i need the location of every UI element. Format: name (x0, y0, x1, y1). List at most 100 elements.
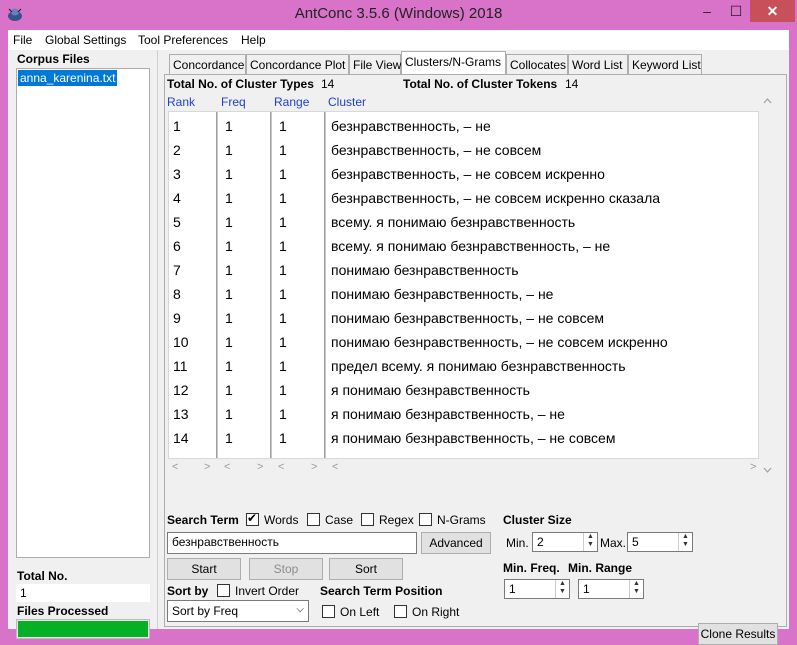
app-window: AntConc 3.5.6 (Windows) 2018 – ☐ ✕ File … (0, 0, 797, 645)
stop-button[interactable]: Stop (249, 558, 323, 580)
cell-cluster: всему. я понимаю безнравственность, – не (331, 238, 611, 254)
sort-button[interactable]: Sort (329, 558, 403, 580)
menu-help[interactable]: Help (241, 33, 266, 47)
scroll-left-icon[interactable]: < (278, 461, 284, 473)
results-horizontal-scrollbar[interactable]: < > < > < > < > (168, 460, 759, 477)
title-bar[interactable]: AntConc 3.5.6 (Windows) 2018 – ☐ ✕ (0, 0, 797, 30)
cluster-tokens-label: Total No. of Cluster Tokens (403, 77, 558, 91)
files-processed-progress (16, 619, 150, 639)
table-row[interactable]: 3 1 1 безнравственность, – не совсем искрен… (169, 162, 760, 186)
regex-checkbox[interactable] (361, 513, 374, 526)
invert-order-label: Invert Order (235, 584, 300, 598)
min-freq-value: 1 (509, 582, 516, 596)
cell-rank: 9 (173, 310, 181, 326)
scroll-arrows (763, 98, 772, 473)
case-checkbox[interactable] (307, 513, 320, 526)
col-header-freq[interactable]: Freq (221, 95, 246, 109)
scroll-left-icon[interactable]: < (172, 461, 178, 473)
table-row[interactable]: 10 1 1 понимаю безнравственность, – не совс… (169, 330, 760, 354)
tab-word-list[interactable]: Word List (568, 54, 628, 74)
table-row[interactable]: 4 1 1 безнравственность, – не совсем искрен… (169, 186, 760, 210)
cell-range: 1 (279, 118, 287, 134)
cluster-max-spinner[interactable]: 5 ▲ ▼ (627, 532, 693, 552)
ngrams-checkbox[interactable] (419, 513, 432, 526)
table-row[interactable]: 14 1 1 я понимаю безнравственность, – не со… (169, 426, 760, 450)
results-vertical-scrollbar[interactable] (759, 93, 776, 478)
cluster-min-spinner[interactable]: 2 ▲ ▼ (532, 532, 598, 552)
cluster-tokens-value: 14 (565, 77, 579, 91)
cell-cluster: понимаю безнравственность, – не совсем (331, 310, 604, 326)
sort-by-label: Sort by (167, 584, 209, 598)
maximize-button[interactable]: ☐ (722, 0, 750, 22)
scroll-right-icon[interactable]: > (750, 461, 756, 473)
table-row[interactable]: 2 1 1 безнравственность, – не совсем (169, 138, 760, 162)
tab-clusters-ngrams[interactable]: Clusters/N-Grams (401, 51, 506, 75)
cell-range: 1 (279, 406, 287, 422)
min-freq-spinner[interactable]: 1 ▲ ▼ (504, 579, 570, 599)
table-row[interactable]: 11 1 1 предел всему. я понимаю безнравствен… (169, 354, 760, 378)
cell-freq: 1 (225, 262, 233, 278)
scroll-right-icon[interactable]: > (257, 461, 263, 473)
window-title: AntConc 3.5.6 (Windows) 2018 (294, 5, 503, 22)
spinner-arrows-icon[interactable]: ▲ ▼ (555, 580, 569, 598)
spinner-arrows-icon[interactable]: ▲ ▼ (583, 533, 597, 551)
cell-cluster: я понимаю безнравственность (331, 382, 530, 398)
table-row[interactable]: 12 1 1 я понимаю безнравственность (169, 378, 760, 402)
cell-rank: 13 (173, 406, 189, 422)
scroll-left-icon[interactable]: < (224, 461, 230, 473)
tab-collocates[interactable]: Collocates (506, 54, 568, 74)
tab-file-view[interactable]: File View (349, 54, 401, 74)
menu-tool-preferences[interactable]: Tool Preferences (138, 33, 228, 47)
scroll-left-icon[interactable]: < (332, 461, 338, 473)
corpus-file-list[interactable]: anna_karenina.txt (16, 68, 150, 558)
col-header-rank[interactable]: Rank (167, 95, 195, 109)
cell-rank: 11 (173, 358, 188, 374)
tab-keyword-list[interactable]: Keyword List (628, 54, 702, 74)
cell-freq: 1 (225, 118, 233, 134)
cell-cluster: понимаю безнравственность, – не (331, 286, 554, 302)
scroll-right-icon[interactable]: > (204, 461, 210, 473)
invert-order-checkbox[interactable] (217, 584, 230, 597)
cell-rank: 8 (173, 286, 181, 302)
menu-file[interactable]: File (13, 33, 32, 47)
min-range-spinner[interactable]: 1 ▲ ▼ (578, 579, 644, 599)
on-left-checkbox[interactable] (322, 605, 335, 618)
corpus-panel: Corpus Files anna_karenina.txt Total No.… (8, 50, 158, 639)
sort-by-select[interactable]: Sort by Freq ⌵ (167, 600, 309, 622)
case-label: Case (325, 513, 354, 527)
close-button[interactable]: ✕ (750, 0, 795, 22)
clone-results-button[interactable]: Clone Results (698, 623, 778, 645)
tab-concordance-plot[interactable]: Concordance Plot (246, 54, 349, 74)
minimize-button[interactable]: – (693, 0, 721, 22)
table-row[interactable]: 9 1 1 понимаю безнравственность, – не совсе… (169, 306, 760, 330)
table-row[interactable]: 5 1 1 всему. я понимаю безнравственность (169, 210, 760, 234)
tab-concordance[interactable]: Concordance (169, 54, 246, 74)
cell-range: 1 (279, 310, 287, 326)
table-row[interactable]: 7 1 1 понимаю безнравственность (169, 258, 760, 282)
scroll-right-icon[interactable]: > (311, 461, 317, 473)
cell-freq: 1 (225, 310, 233, 326)
spinner-arrows-icon[interactable]: ▲ ▼ (678, 533, 692, 551)
cell-range: 1 (279, 142, 287, 158)
corpus-file-item[interactable]: anna_karenina.txt (18, 70, 118, 86)
spinner-arrows-icon[interactable]: ▲ ▼ (629, 580, 643, 598)
col-header-cluster[interactable]: Cluster (328, 95, 366, 109)
table-row[interactable]: 1 1 1 безнравственность, – не (169, 114, 760, 138)
search-term-input[interactable]: безнравственность (167, 532, 417, 554)
results-table[interactable]: 1 1 1 безнравственность, – не 2 1 1 безнравстве… (168, 111, 759, 459)
advanced-button[interactable]: Advanced (421, 532, 491, 554)
start-button[interactable]: Start (167, 558, 241, 580)
menu-global-settings[interactable]: Global Settings (45, 33, 126, 47)
table-row[interactable]: 8 1 1 понимаю безнравственность, – не (169, 282, 760, 306)
words-checkbox[interactable] (246, 511, 259, 526)
table-row[interactable]: 13 1 1 я понимаю безнравственность, – не (169, 402, 760, 426)
on-right-checkbox[interactable] (394, 605, 407, 618)
chevron-down-icon[interactable]: ⌵ (296, 604, 304, 615)
cell-cluster: всему. я понимаю безнравственность (331, 214, 576, 230)
col-header-range[interactable]: Range (274, 95, 309, 109)
table-row[interactable]: 6 1 1 всему. я понимаю безнравственность, –… (169, 234, 760, 258)
cell-rank: 1 (173, 118, 181, 134)
client-area: File Global Settings Tool Preferences He… (8, 30, 789, 645)
scroll-up-icon (763, 98, 772, 104)
cluster-size-label: Cluster Size (503, 513, 572, 527)
